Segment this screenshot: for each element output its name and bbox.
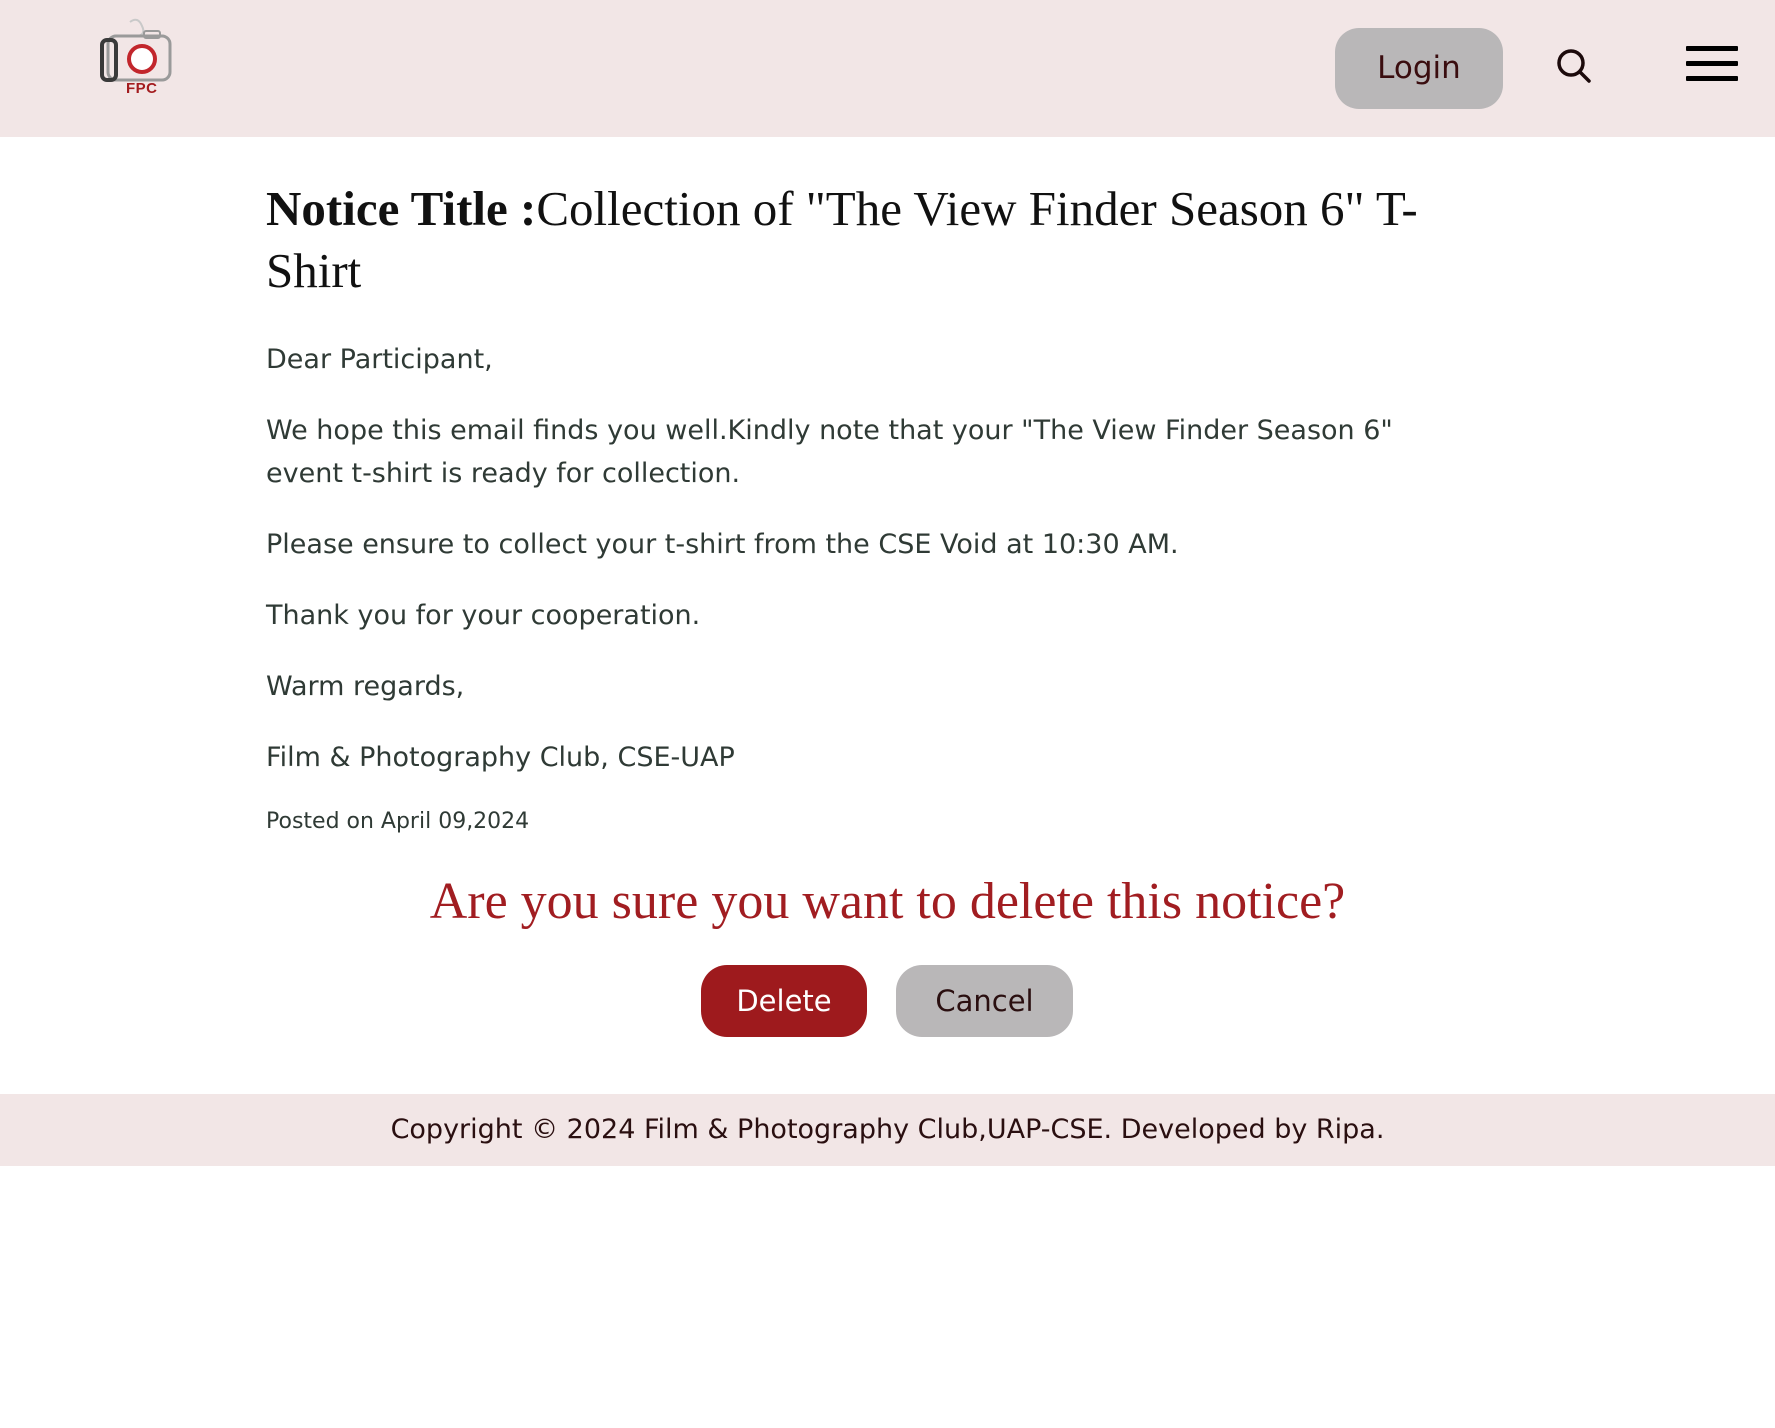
notice-paragraph: Warm regards, [266, 671, 465, 702]
search-icon[interactable] [1556, 48, 1592, 84]
login-button[interactable]: Login [1335, 28, 1503, 109]
notice-paragraph: Film & Photography Club, CSE-UAP [266, 742, 735, 773]
notice-paragraph: Please ensure to collect your t-shirt fr… [266, 529, 1179, 560]
notice-paragraph: Thank you for your cooperation. [266, 600, 701, 631]
notice-title: Notice Title :Collection of "The View Fi… [266, 178, 1471, 302]
site-logo[interactable]: FPC [100, 14, 180, 104]
notice-paragraph: We hope this email finds you well.Kindly… [266, 415, 1393, 489]
delete-confirm-question: Are you sure you want to delete this not… [429, 873, 1346, 930]
notice-paragraph: Dear Participant, [266, 344, 493, 375]
notice-detail: Notice Title :Collection of "The View Fi… [266, 178, 1471, 834]
logo-text: FPC [126, 80, 158, 97]
cancel-button[interactable]: Cancel [896, 965, 1073, 1037]
notice-title-label: Notice Title : [266, 181, 537, 236]
site-header: FPC Login [0, 0, 1775, 137]
notice-body: Dear Participant, We hope this email fin… [266, 338, 1471, 779]
footer-copyright: Copyright © 2024 Film & Photography Club… [390, 1114, 1385, 1145]
site-footer: Copyright © 2024 Film & Photography Club… [0, 1094, 1775, 1166]
hamburger-menu-icon[interactable] [1686, 44, 1738, 84]
delete-button[interactable]: Delete [701, 965, 867, 1037]
posted-date: Posted on April 09,2024 [266, 809, 530, 834]
